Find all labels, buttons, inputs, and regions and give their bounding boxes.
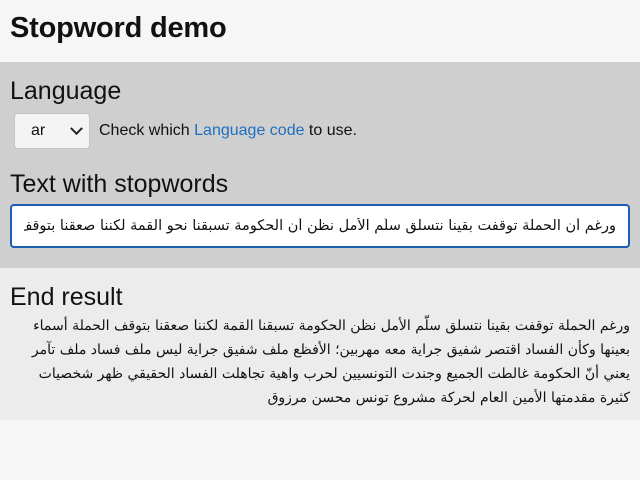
page-title: Stopword demo: [10, 12, 227, 44]
result-heading: End result: [10, 283, 123, 311]
chevron-down-icon: [70, 121, 83, 135]
result-panel: End result ورغم الحملة توقفت بقينا نتسلق…: [0, 268, 640, 420]
help-prefix: Check which: [99, 122, 195, 139]
language-row: ar Check which Language code to use.: [10, 113, 630, 149]
result-text: ورغم الحملة توقفت بقينا نتسلق سلّم الأمل…: [31, 318, 630, 406]
stopword-text-input[interactable]: [10, 204, 630, 248]
controls-panel: Language ar Check which Language code to…: [0, 62, 640, 268]
language-help-text: Check which Language code to use.: [99, 122, 357, 140]
language-select[interactable]: ar: [14, 113, 90, 149]
language-heading: Language: [10, 77, 122, 105]
language-select-value: ar: [31, 122, 46, 139]
text-heading: Text with stopwords: [10, 170, 229, 198]
language-code-link[interactable]: Language code: [194, 122, 304, 139]
help-suffix: to use.: [304, 122, 357, 139]
